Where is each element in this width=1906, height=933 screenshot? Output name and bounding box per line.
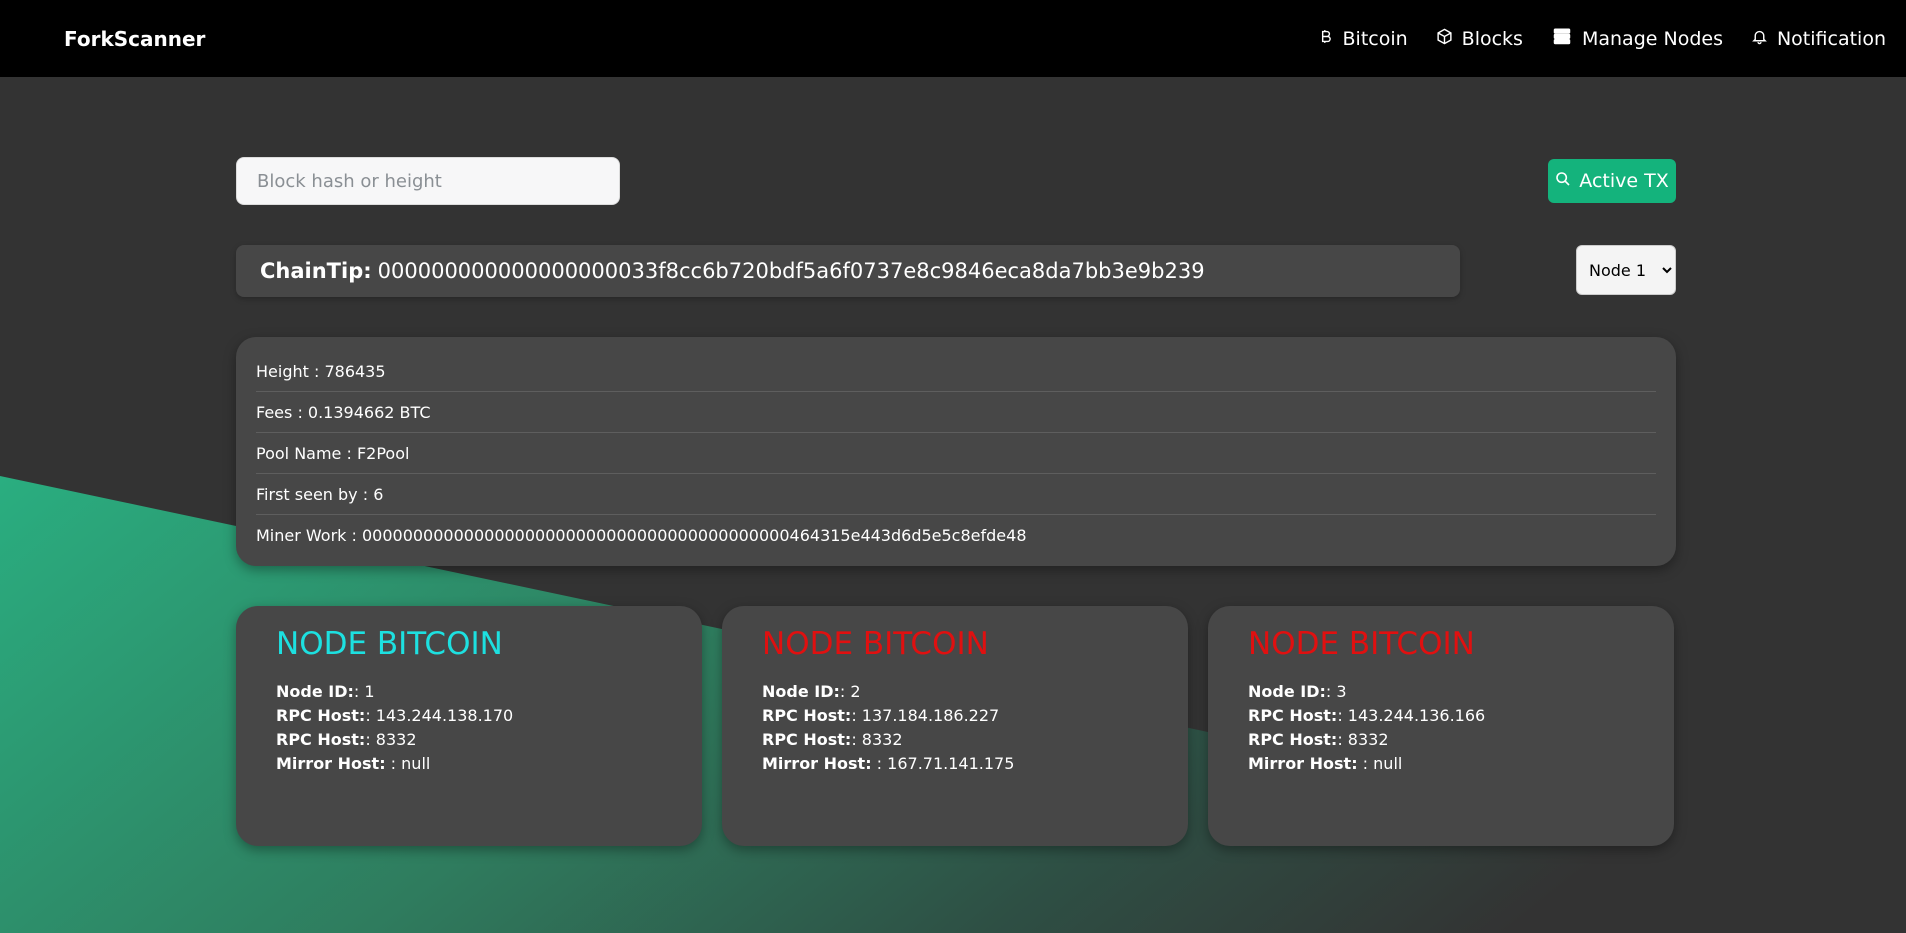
node-id-value: : 1 — [353, 682, 375, 701]
node-id-label: Node ID: — [276, 682, 354, 701]
mirror-host-line: Mirror Host: : null — [276, 752, 662, 776]
server-icon — [1551, 27, 1573, 50]
mirror-host-line: Mirror Host: : 167.71.141.175 — [762, 752, 1148, 776]
nav-link-manage-nodes[interactable]: Manage Nodes — [1551, 27, 1723, 50]
rpc-port-value: : 8332 — [851, 730, 903, 749]
miner-work: Miner Work : 000000000000000000000000000… — [256, 526, 1027, 545]
node-id-value: : 3 — [1325, 682, 1347, 701]
nav-links: Bitcoin Blocks Manage Nodes Notification — [1317, 27, 1886, 50]
mirror-host-value: : null — [1357, 754, 1403, 773]
bitcoin-icon — [1317, 28, 1334, 50]
main-content: Active TX ChainTip: 00000000000000000003… — [236, 157, 1676, 846]
chaintip-row: ChainTip: 000000000000000000033f8cc6b720… — [236, 245, 1676, 297]
rpc-port-label: RPC Host: — [276, 730, 366, 749]
rpc-host-value: : 143.244.136.166 — [1337, 706, 1486, 725]
block-info-card: Height : 786435 Fees : 0.1394662 BTC Poo… — [236, 337, 1676, 566]
rpc-host-label: RPC Host: — [1248, 706, 1338, 725]
bell-icon — [1751, 28, 1768, 50]
nav-link-label: Blocks — [1461, 27, 1523, 50]
rpc-port-value: : 8332 — [365, 730, 417, 749]
chaintip-label: ChainTip: — [260, 259, 372, 283]
rpc-port-value: : 8332 — [1337, 730, 1389, 749]
rpc-port-label: RPC Host: — [762, 730, 852, 749]
block-height: Height : 786435 — [256, 351, 1656, 392]
node-card-3[interactable]: NODE BITCOIN Node ID:: 3 RPC Host:: 143.… — [1208, 606, 1674, 846]
node-card-2[interactable]: NODE BITCOIN Node ID:: 2 RPC Host:: 137.… — [722, 606, 1188, 846]
rpc-port-label: RPC Host: — [1248, 730, 1338, 749]
rpc-host-line: RPC Host:: 143.244.136.166 — [1248, 704, 1634, 728]
node-id-line: Node ID:: 3 — [1248, 680, 1634, 704]
node-title: NODE BITCOIN — [1248, 626, 1475, 662]
node-card-1[interactable]: NODE BITCOIN Node ID:: 1 RPC Host:: 143.… — [236, 606, 702, 846]
rpc-port-line: RPC Host:: 8332 — [762, 728, 1148, 752]
rpc-host-label: RPC Host: — [762, 706, 852, 725]
nav-link-notification[interactable]: Notification — [1751, 28, 1886, 50]
block-fees: Fees : 0.1394662 BTC — [256, 392, 1656, 433]
node-id-line: Node ID:: 1 — [276, 680, 662, 704]
top-navbar: ForkScanner Bitcoin Blocks Manage Nodes … — [0, 0, 1906, 77]
mirror-host-line: Mirror Host: : null — [1248, 752, 1634, 776]
node-title: NODE BITCOIN — [762, 626, 989, 662]
mirror-host-label: Mirror Host: — [762, 754, 872, 773]
rpc-host-value: : 143.244.138.170 — [365, 706, 514, 725]
first-seen-by: First seen by : 6 — [256, 474, 1656, 515]
brand-logo[interactable]: ForkScanner — [64, 27, 205, 51]
rpc-port-line: RPC Host:: 8332 — [1248, 728, 1634, 752]
active-tx-button[interactable]: Active TX — [1548, 159, 1676, 203]
rpc-port-line: RPC Host:: 8332 — [276, 728, 662, 752]
nav-link-label: Notification — [1776, 27, 1886, 50]
mirror-host-value: : 167.71.141.175 — [871, 754, 1015, 773]
search-input[interactable] — [236, 157, 620, 205]
rpc-host-line: RPC Host:: 143.244.138.170 — [276, 704, 662, 728]
rpc-host-line: RPC Host:: 137.184.186.227 — [762, 704, 1148, 728]
node-id-label: Node ID: — [1248, 682, 1326, 701]
node-id-value: : 2 — [839, 682, 861, 701]
mirror-host-label: Mirror Host: — [276, 754, 386, 773]
chaintip-hash: 000000000000000000033f8cc6b720bdf5a6f073… — [377, 259, 1205, 283]
node-cards: NODE BITCOIN Node ID:: 1 RPC Host:: 143.… — [236, 606, 1676, 846]
pool-name: Pool Name : F2Pool — [256, 433, 1656, 474]
nav-link-bitcoin[interactable]: Bitcoin — [1317, 28, 1408, 50]
rpc-host-value: : 137.184.186.227 — [851, 706, 1000, 725]
chaintip-bar: ChainTip: 000000000000000000033f8cc6b720… — [236, 245, 1460, 297]
mirror-host-value: : null — [385, 754, 431, 773]
cube-icon — [1436, 28, 1453, 50]
mirror-host-label: Mirror Host: — [1248, 754, 1358, 773]
node-id-line: Node ID:: 2 — [762, 680, 1148, 704]
rpc-host-label: RPC Host: — [276, 706, 366, 725]
nav-link-label: Bitcoin — [1342, 27, 1408, 50]
node-title: NODE BITCOIN — [276, 626, 503, 662]
nav-link-blocks[interactable]: Blocks — [1436, 28, 1523, 50]
search-row: Active TX — [236, 157, 1676, 205]
node-select[interactable]: Node 1 — [1576, 245, 1676, 295]
active-tx-label: Active TX — [1579, 170, 1669, 192]
nav-link-label: Manage Nodes — [1581, 27, 1723, 50]
node-id-label: Node ID: — [762, 682, 840, 701]
search-icon — [1555, 170, 1571, 192]
